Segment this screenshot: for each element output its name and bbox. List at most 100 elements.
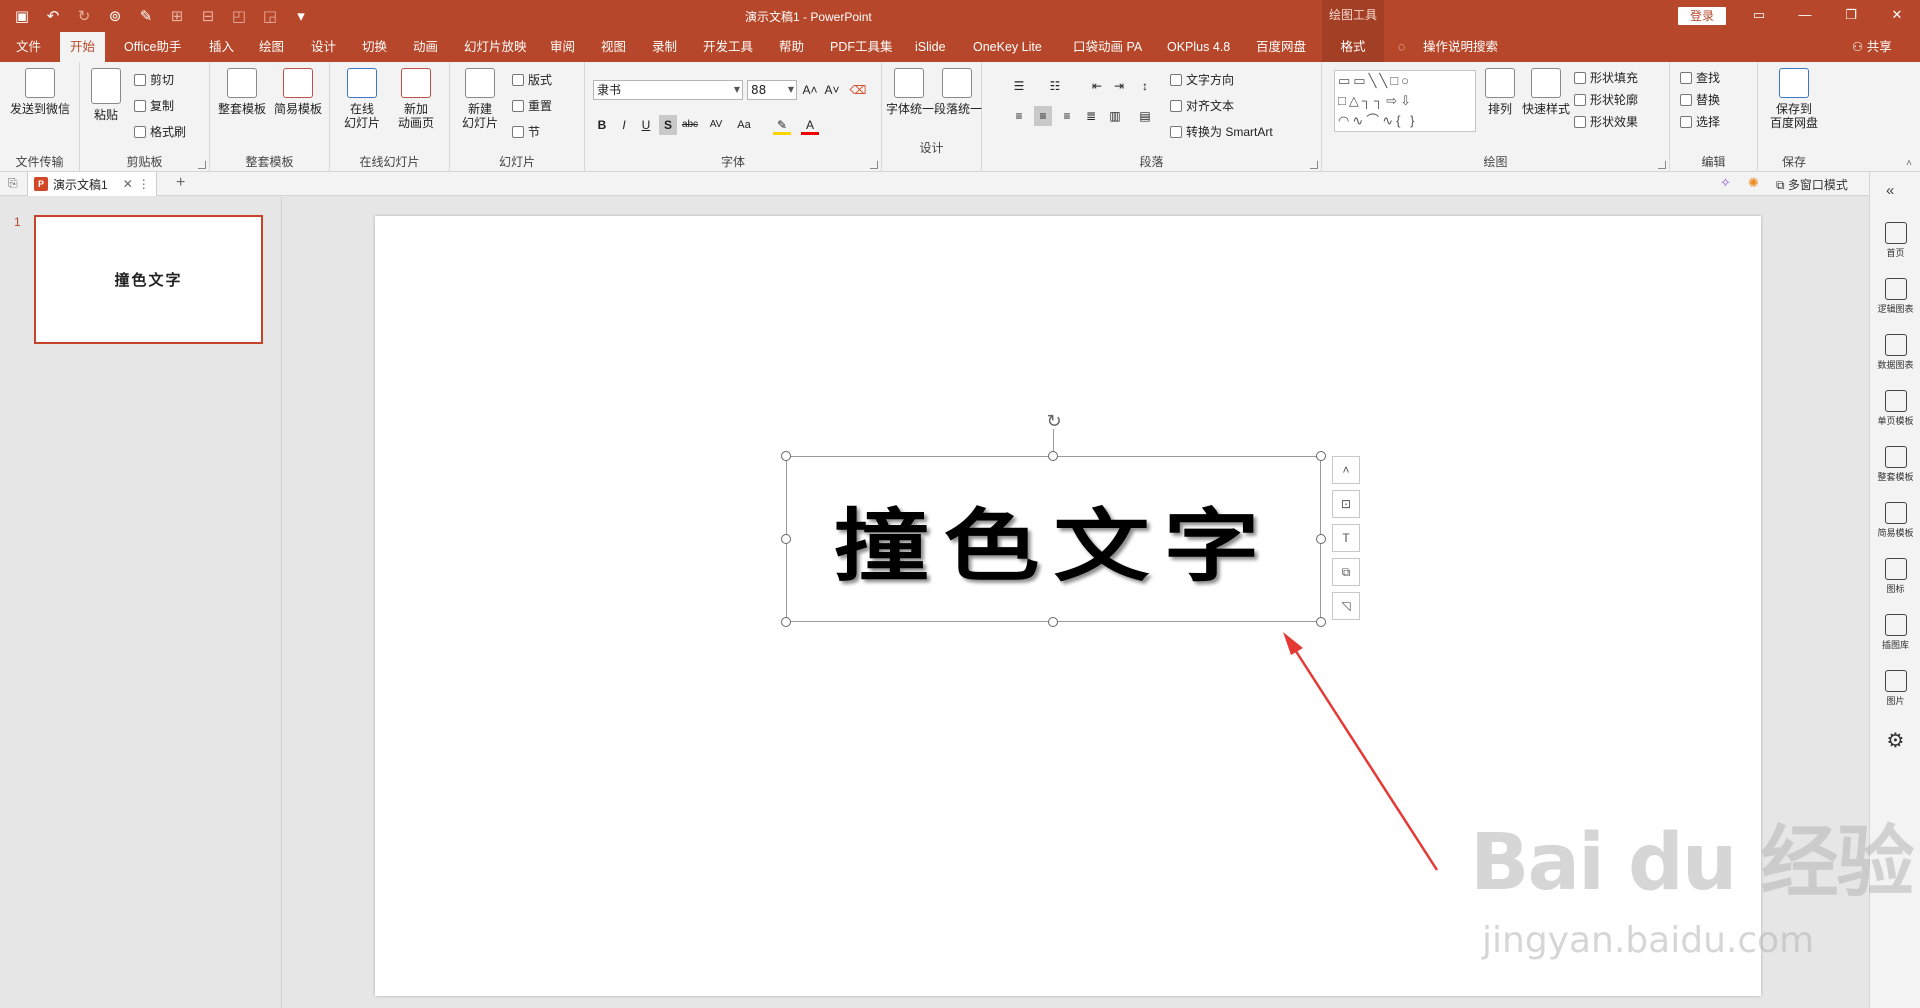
multi-window-button[interactable]: ⧉ 多窗口模式 <box>1776 176 1848 193</box>
tab-islide[interactable]: iSlide <box>915 32 946 62</box>
tell-me-search[interactable]: 操作说明搜索 <box>1423 32 1498 62</box>
slide-thumbnail[interactable]: 撞色文字 <box>34 215 263 344</box>
tab-developer[interactable]: 开发工具 <box>703 32 753 62</box>
close-icon[interactable]: ✕ <box>1874 0 1920 32</box>
reset-button[interactable]: 重置 <box>512 96 552 116</box>
redo-icon[interactable]: ↻ <box>76 7 92 25</box>
resize-handle[interactable] <box>781 451 791 461</box>
convert-smartart-button[interactable]: 转换为 SmartArt <box>1170 122 1273 142</box>
text-direction-button[interactable]: 文字方向 <box>1170 70 1234 90</box>
shape-outline-button[interactable]: 形状轮廓 <box>1574 90 1638 110</box>
undo-icon[interactable]: ↶ <box>45 7 61 25</box>
bring-forward-icon[interactable]: ◰ <box>231 7 247 25</box>
justify-icon[interactable]: ≣ <box>1082 106 1100 126</box>
tab-baidu-netdisk[interactable]: 百度网盘 <box>1256 32 1306 62</box>
panel-item-full-template[interactable]: 整套模板 <box>1870 446 1920 483</box>
document-tab[interactable]: P 演示文稿1 ✕ ⋮ <box>27 172 157 196</box>
font-name-select[interactable]: 隶书 ▼ <box>593 80 743 100</box>
tab-pocket-animation[interactable]: 口袋动画 PA <box>1073 32 1142 62</box>
tab-insert[interactable]: 插入 <box>209 32 234 62</box>
numbering-icon[interactable]: ☷ <box>1046 76 1064 96</box>
resize-handle[interactable] <box>1316 617 1326 627</box>
resize-handle[interactable] <box>1316 451 1326 461</box>
panel-item-logic-chart[interactable]: 逻辑图表 <box>1870 278 1920 315</box>
new-slide-button[interactable]: 新建 幻灯片 <box>456 68 504 130</box>
line-spacing-icon[interactable]: ↕ <box>1136 76 1154 96</box>
bullets-icon[interactable]: ☰ <box>1010 76 1028 96</box>
tab-menu-icon[interactable]: ⋮ <box>138 177 150 191</box>
add-animation-page-button[interactable]: 新加 动画页 <box>392 68 440 130</box>
unify-font-button[interactable]: 字体统一 <box>886 68 934 116</box>
find-button[interactable]: 查找 <box>1680 68 1720 88</box>
tab-review[interactable]: 审阅 <box>550 32 575 62</box>
save-to-netdisk-button[interactable]: 保存到 百度网盘 <box>1762 68 1826 130</box>
columns-icon[interactable]: ▤ <box>1136 106 1154 126</box>
magic-icon[interactable]: ✧ <box>1720 175 1731 191</box>
full-template-button[interactable]: 整套模板 <box>216 68 268 116</box>
highlight-icon[interactable]: ✎ <box>773 115 791 135</box>
paste-button[interactable]: 粘贴 <box>88 68 124 122</box>
start-from-beginning-icon[interactable]: ⊚ <box>107 7 123 25</box>
cut-button[interactable]: 剪切 <box>134 70 174 90</box>
ungroup-icon[interactable]: ⊟ <box>200 7 216 25</box>
gear-icon[interactable]: ⚙ <box>1870 728 1920 753</box>
simple-template-button[interactable]: 简易模板 <box>272 68 324 116</box>
shrink-font-icon[interactable]: A˅ <box>823 80 841 100</box>
dialog-launcher-icon[interactable] <box>1310 161 1318 169</box>
decrease-indent-icon[interactable]: ⇤ <box>1088 76 1106 96</box>
bold-icon[interactable]: B <box>593 115 611 135</box>
layout-button[interactable]: 版式 <box>512 70 552 90</box>
format-painter-icon[interactable]: ✎ <box>138 7 154 25</box>
tab-format[interactable]: 格式 <box>1322 32 1384 62</box>
align-right-icon[interactable]: ≡ <box>1058 106 1076 126</box>
select-button[interactable]: 选择 <box>1680 112 1720 132</box>
rotate-handle-icon[interactable]: ↻ <box>1044 411 1064 431</box>
maximize-icon[interactable]: ❐ <box>1828 0 1874 32</box>
increase-indent-icon[interactable]: ⇥ <box>1110 76 1128 96</box>
send-to-wechat-button[interactable]: 发送到微信 <box>8 68 72 116</box>
font-color-icon[interactable]: A <box>801 115 819 135</box>
resize-handle[interactable] <box>781 534 791 544</box>
group-icon[interactable]: ⊞ <box>169 7 185 25</box>
quick-styles-button[interactable]: 快速样式 <box>1520 68 1572 116</box>
shape-effects-button[interactable]: 形状效果 <box>1574 112 1638 132</box>
ribbon-display-options-icon[interactable]: ▭ <box>1736 0 1782 32</box>
share-button[interactable]: ⚇ 共享 <box>1852 32 1892 62</box>
tab-file[interactable]: 文件 <box>16 32 41 62</box>
tab-okplus[interactable]: OKPlus 4.8 <box>1167 32 1230 62</box>
clear-formatting-icon[interactable]: ⌫ <box>849 80 867 100</box>
settings-sun-icon[interactable]: ✺ <box>1748 175 1759 191</box>
tab-onekey-lite[interactable]: OneKey Lite <box>973 32 1042 62</box>
layout-options-icon[interactable]: ⊡ <box>1332 490 1360 518</box>
resize-handle[interactable] <box>1048 451 1058 461</box>
collapse-ribbon-icon[interactable]: ˄ <box>1906 158 1912 169</box>
send-backward-icon[interactable]: ◲ <box>262 7 278 25</box>
tab-slideshow[interactable]: 幻灯片放映 <box>464 32 527 62</box>
arrange-button[interactable]: 排列 <box>1482 68 1518 116</box>
tab-office-assistant[interactable]: Office助手 <box>124 32 181 62</box>
shape-style-icon[interactable]: ⧉ <box>1332 558 1360 586</box>
panel-item-illustrations[interactable]: 插图库 <box>1870 614 1920 651</box>
collapse-up-icon[interactable]: ˄ <box>1332 456 1360 484</box>
panel-item-data-chart[interactable]: 数据图表 <box>1870 334 1920 371</box>
resize-handle[interactable] <box>1048 617 1058 627</box>
underline-icon[interactable]: U <box>637 115 655 135</box>
change-case-icon[interactable]: Aa <box>735 115 753 135</box>
dialog-launcher-icon[interactable] <box>1658 161 1666 169</box>
tab-design[interactable]: 设计 <box>311 32 336 62</box>
unify-paragraph-button[interactable]: 段落统一 <box>934 68 982 116</box>
wordart-text[interactable]: 撞色文字 <box>787 472 1320 606</box>
login-button[interactable]: 登录 <box>1678 7 1726 25</box>
customize-qat-icon[interactable]: ▾ <box>293 7 309 25</box>
align-text-button[interactable]: 对齐文本 <box>1170 96 1234 116</box>
panel-item-simple-template[interactable]: 简易模板 <box>1870 502 1920 539</box>
text-box-icon[interactable]: T <box>1332 524 1360 552</box>
font-size-select[interactable]: 88 ▼ <box>747 80 797 100</box>
format-painter-button[interactable]: 格式刷 <box>134 122 186 142</box>
panel-item-single-template[interactable]: 单页模板 <box>1870 390 1920 427</box>
minimize-icon[interactable]: — <box>1782 0 1828 32</box>
shape-fill-button[interactable]: 形状填充 <box>1574 68 1638 88</box>
shapes-gallery[interactable]: ▭▭╲╲□○ □△┐┐⇨⇩ ◠∿⌒∿{ } <box>1334 70 1476 132</box>
distributed-icon[interactable]: ▥ <box>1106 106 1124 126</box>
strikethrough-icon[interactable]: abc <box>681 115 699 135</box>
